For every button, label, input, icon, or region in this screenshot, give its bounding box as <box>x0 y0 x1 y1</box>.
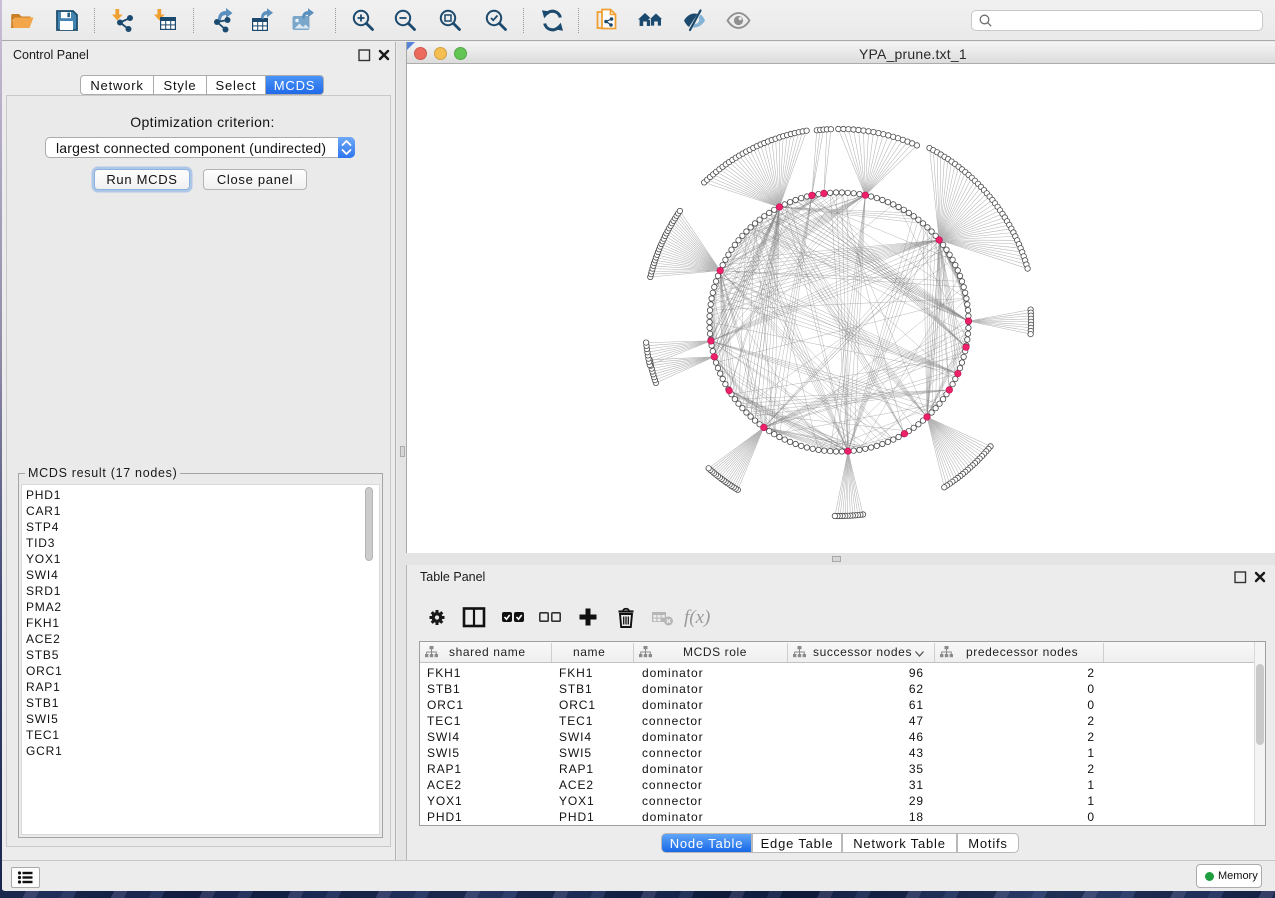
svg-text:f(x): f(x) <box>684 607 710 628</box>
